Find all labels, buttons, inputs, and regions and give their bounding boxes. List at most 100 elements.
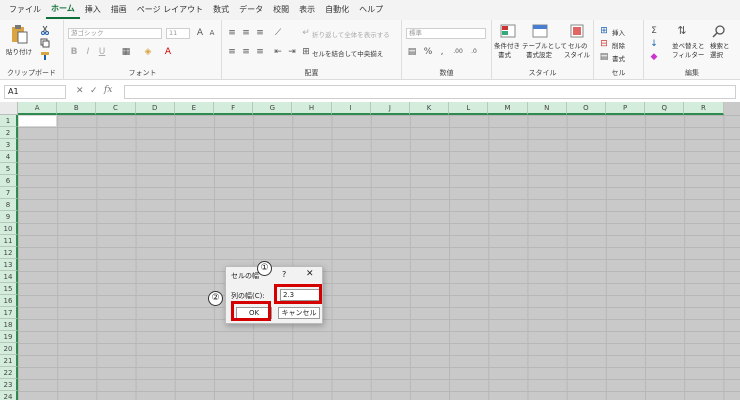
paste-icon[interactable] <box>10 24 28 44</box>
decrease-indent-icon[interactable]: ⇤ <box>272 46 284 58</box>
row-header-17[interactable]: 17 <box>0 307 18 319</box>
column-header-a[interactable]: A <box>18 102 58 115</box>
copy-icon[interactable] <box>40 38 50 48</box>
wrap-text-label[interactable]: 折り返して全体を表示する <box>312 29 390 39</box>
merge-center-icon[interactable]: ⊞ <box>300 46 312 58</box>
tab-5[interactable]: 数式 <box>208 0 234 20</box>
orientation-icon[interactable]: ⟋ <box>272 27 284 39</box>
row-header-7[interactable]: 7 <box>0 187 18 199</box>
row-header-4[interactable]: 4 <box>0 151 18 163</box>
cell-area[interactable] <box>18 115 740 400</box>
column-header-n[interactable]: N <box>527 102 567 115</box>
shrink-font-icon[interactable]: A <box>206 27 218 39</box>
format-as-table-icon[interactable] <box>532 24 548 38</box>
row-header-2[interactable]: 2 <box>0 127 18 139</box>
sort-filter-icon[interactable]: ⇅ <box>676 25 688 37</box>
wrap-text-icon[interactable]: ↵ <box>300 27 312 39</box>
decrease-decimal-icon[interactable]: .0 <box>468 46 480 58</box>
tab-1[interactable]: ホーム <box>46 1 80 19</box>
row-header-5[interactable]: 5 <box>0 163 18 175</box>
row-header-3[interactable]: 3 <box>0 139 18 151</box>
format-painter-icon[interactable] <box>40 51 50 61</box>
conditional-formatting-icon[interactable] <box>500 24 516 38</box>
align-center-icon[interactable]: ≡ <box>240 46 252 58</box>
tab-6[interactable]: データ <box>234 0 268 20</box>
row-header-23[interactable]: 23 <box>0 379 18 391</box>
find-select-label-2[interactable]: 選択 <box>710 49 723 59</box>
column-header-p[interactable]: P <box>606 102 646 115</box>
clear-icon[interactable]: ◆ <box>648 51 660 63</box>
column-header-j[interactable]: J <box>370 102 410 115</box>
row-header-1[interactable]: 1 <box>0 115 18 127</box>
italic-icon[interactable]: I <box>82 46 94 58</box>
tab-7[interactable]: 校閲 <box>268 0 294 20</box>
conditional-formatting-label-2[interactable]: 書式 <box>498 49 511 59</box>
column-header-g[interactable]: G <box>253 102 293 115</box>
align-right-icon[interactable]: ≡ <box>254 46 266 58</box>
column-header-h[interactable]: H <box>292 102 332 115</box>
row-header-12[interactable]: 12 <box>0 247 18 259</box>
cut-icon[interactable] <box>40 25 50 35</box>
tab-8[interactable]: 表示 <box>294 0 320 20</box>
align-bottom-icon[interactable]: ≡ <box>254 27 266 39</box>
merge-center-label[interactable]: セルを結合して中央揃え <box>312 48 383 58</box>
insert-cells-icon[interactable]: ⊞ <box>598 25 610 37</box>
row-header-13[interactable]: 13 <box>0 259 18 271</box>
cell-styles-icon[interactable] <box>570 24 584 38</box>
row-header-11[interactable]: 11 <box>0 235 18 247</box>
column-header-b[interactable]: B <box>57 102 97 115</box>
align-top-icon[interactable]: ≡ <box>226 27 238 39</box>
delete-cells-label[interactable]: 削除 <box>612 40 625 50</box>
row-header-21[interactable]: 21 <box>0 355 18 367</box>
insert-function-icon[interactable]: fx <box>104 85 112 95</box>
row-header-24[interactable]: 24 <box>0 391 18 400</box>
column-header-m[interactable]: M <box>488 102 528 115</box>
column-header-q[interactable]: Q <box>645 102 685 115</box>
column-header-l[interactable]: L <box>449 102 489 115</box>
column-header-r[interactable]: R <box>684 102 724 115</box>
comma-icon[interactable]: , <box>436 46 448 58</box>
row-header-6[interactable]: 6 <box>0 175 18 187</box>
name-box[interactable]: A1 <box>4 85 66 99</box>
align-left-icon[interactable]: ≡ <box>226 46 238 58</box>
row-header-19[interactable]: 19 <box>0 331 18 343</box>
cell-styles-label-2[interactable]: スタイル <box>564 49 590 59</box>
number-format-select[interactable]: 標準 <box>406 28 486 39</box>
border-icon[interactable]: ▦ <box>120 46 132 58</box>
sort-filter-label-2[interactable]: フィルター <box>672 49 704 59</box>
increase-indent-icon[interactable]: ⇥ <box>286 46 298 58</box>
autosum-icon[interactable]: Σ <box>648 25 660 37</box>
format-cells-icon[interactable]: ▤ <box>598 51 610 63</box>
font-size-select[interactable]: 11 <box>166 28 190 39</box>
tab-9[interactable]: 自動化 <box>320 0 354 20</box>
active-cell-a1[interactable] <box>18 115 57 127</box>
increase-decimal-icon[interactable]: .00 <box>452 46 464 58</box>
row-header-15[interactable]: 15 <box>0 283 18 295</box>
delete-cells-icon[interactable]: ⊟ <box>598 38 610 50</box>
select-all-corner[interactable] <box>0 102 18 115</box>
bold-icon[interactable]: B <box>68 46 80 58</box>
percent-icon[interactable]: % <box>422 46 434 58</box>
column-header-c[interactable]: C <box>96 102 136 115</box>
row-header-10[interactable]: 10 <box>0 223 18 235</box>
row-header-18[interactable]: 18 <box>0 319 18 331</box>
format-as-table-label-2[interactable]: 書式設定 <box>526 49 552 59</box>
font-name-select[interactable]: 游ゴシック <box>68 28 162 39</box>
cancel-button[interactable]: キャンセル <box>278 307 320 319</box>
column-header-k[interactable]: K <box>410 102 450 115</box>
close-icon[interactable]: ✕ <box>306 269 314 279</box>
grow-font-icon[interactable]: A <box>194 27 206 39</box>
column-header-d[interactable]: D <box>135 102 175 115</box>
find-select-icon[interactable] <box>712 24 726 38</box>
font-color-icon[interactable]: A <box>162 46 174 58</box>
column-header-e[interactable]: E <box>174 102 214 115</box>
row-header-16[interactable]: 16 <box>0 295 18 307</box>
column-header-o[interactable]: O <box>566 102 606 115</box>
row-header-14[interactable]: 14 <box>0 271 18 283</box>
column-header-i[interactable]: I <box>331 102 371 115</box>
format-cells-label[interactable]: 書式 <box>612 53 625 63</box>
tab-4[interactable]: ページ レイアウト <box>132 0 208 20</box>
tab-2[interactable]: 挿入 <box>80 0 106 20</box>
column-header-f[interactable]: F <box>214 102 254 115</box>
tab-10[interactable]: ヘルプ <box>354 0 388 20</box>
